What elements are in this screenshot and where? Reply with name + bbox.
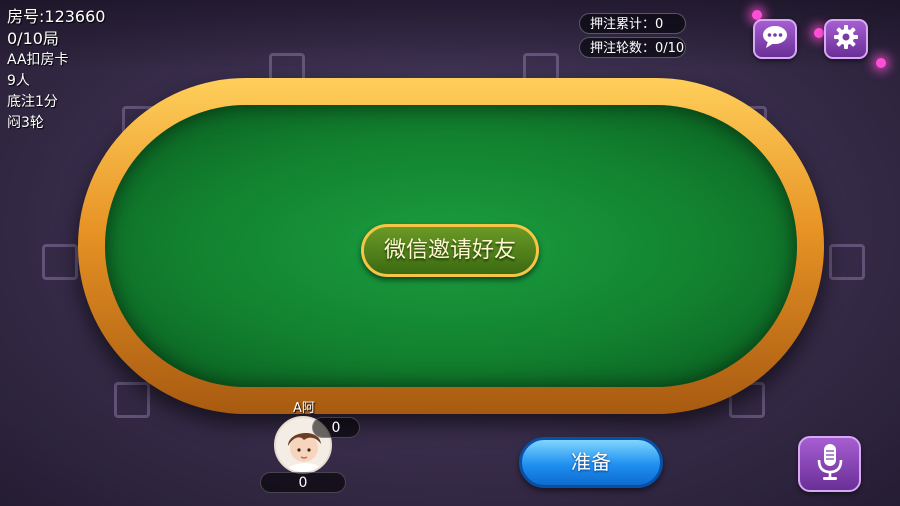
decor-light <box>814 28 824 38</box>
game-table-screen: 房号:123660 0/10局 AA扣房卡 9人 底注1分 闷3轮 押注累计：0… <box>0 0 900 506</box>
ready-button[interactable]: 准备 <box>519 437 663 488</box>
player-name: A阿 <box>293 401 315 416</box>
room-info-panel: 房号:123660 0/10局 AA扣房卡 9人 底注1分 闷3轮 <box>7 6 105 134</box>
empty-seat[interactable] <box>114 382 150 418</box>
gear-icon <box>833 24 859 54</box>
wechat-invite-button[interactable]: 微信邀请好友 <box>361 224 539 277</box>
player-count: 9人 <box>7 73 30 89</box>
voice-button[interactable] <box>798 436 861 492</box>
empty-seat[interactable] <box>829 244 865 280</box>
player-score: 0 <box>298 475 308 491</box>
empty-seat[interactable] <box>42 244 78 280</box>
total-bet-label: 押注累计：0 <box>579 13 686 34</box>
player-score-box: 0 <box>260 472 346 493</box>
player-bet-box: 0 <box>312 417 360 438</box>
base-bet: 底注1分 <box>7 94 58 110</box>
round-counter: 0/10局 <box>7 29 59 48</box>
chat-bubble-icon <box>761 25 789 53</box>
payment-mode: AA扣房卡 <box>7 52 69 68</box>
chat-button[interactable] <box>753 19 797 59</box>
settings-button[interactable] <box>824 19 868 59</box>
room-number: 房号:123660 <box>7 7 106 26</box>
blind-rounds: 闷3轮 <box>7 115 44 131</box>
decor-light <box>876 58 886 68</box>
player-bet: 0 <box>331 420 341 436</box>
microphone-icon <box>815 442 845 486</box>
bet-rounds-label: 押注轮数：0/10 <box>579 37 686 58</box>
